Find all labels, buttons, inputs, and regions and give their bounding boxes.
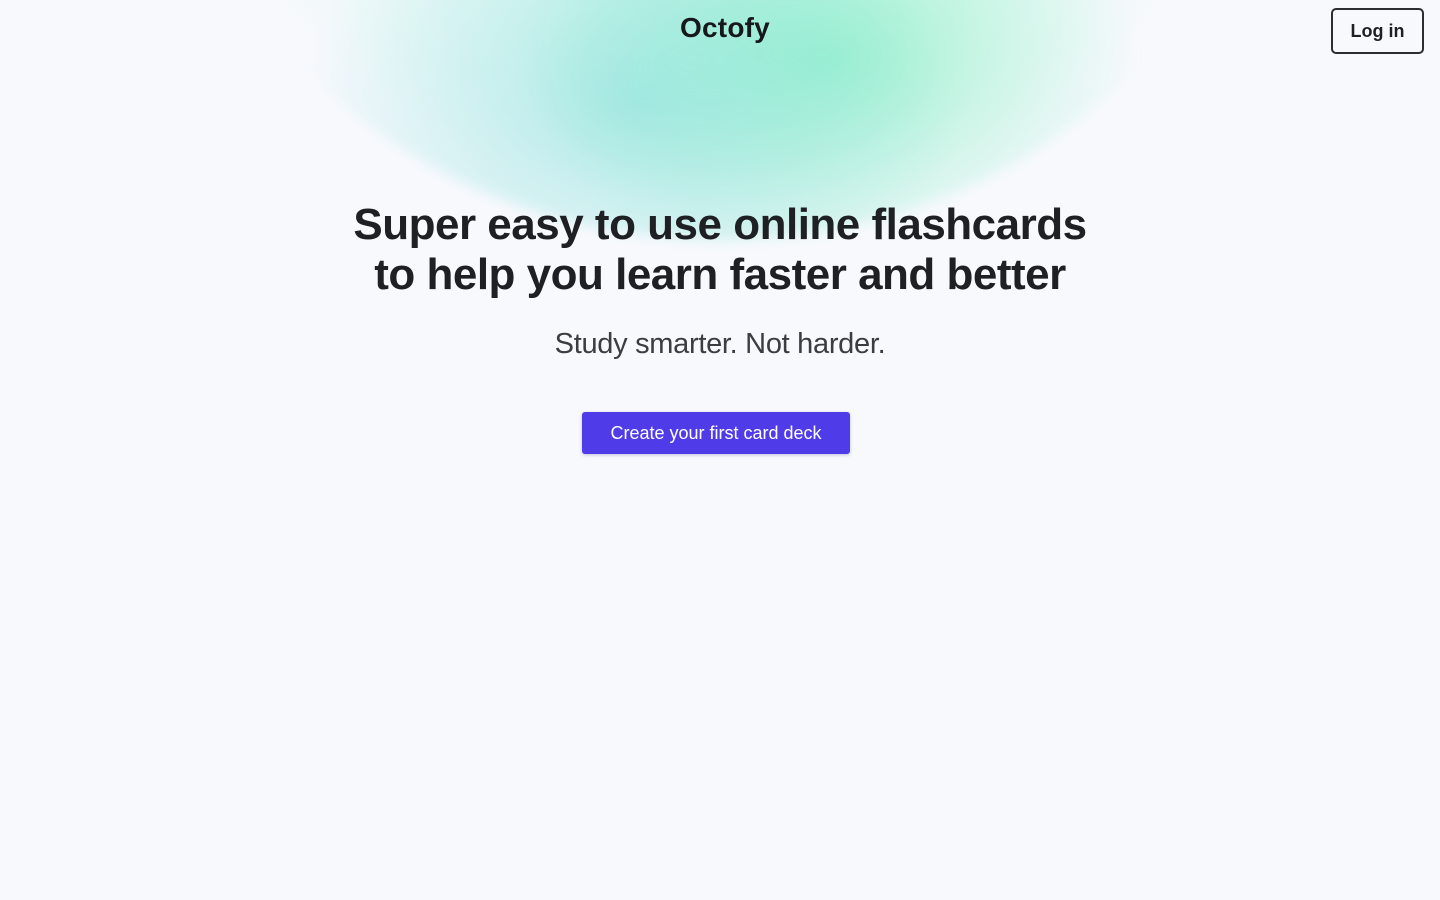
- hero-section: Super easy to use online flashcards to h…: [0, 200, 1440, 454]
- hero-subtitle: Study smarter. Not harder.: [554, 328, 886, 360]
- login-button[interactable]: Log in: [1331, 8, 1424, 54]
- landing-page: Octofy Log in Super easy to use online f…: [0, 0, 1440, 900]
- brand-logo[interactable]: Octofy: [0, 8, 1440, 48]
- hero-headline: Super easy to use online flashcards to h…: [353, 200, 1087, 299]
- create-deck-button[interactable]: Create your first card deck: [582, 412, 850, 454]
